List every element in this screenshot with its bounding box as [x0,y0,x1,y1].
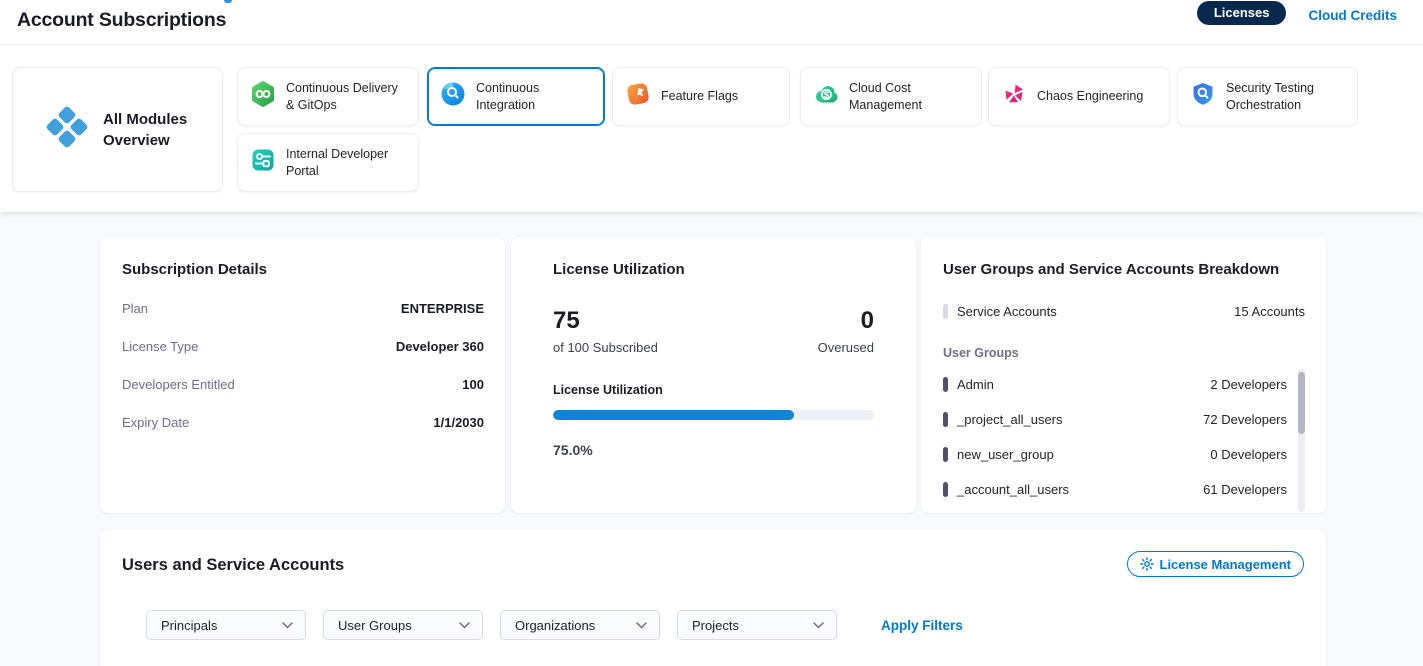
group-marker [943,482,948,497]
detail-row-developers-entitled: Developers Entitled 100 [122,377,484,392]
subscription-details-card: Subscription Details Plan ENTERPRISE Lic… [100,237,505,513]
overused-caption: Overused [818,340,874,355]
module-card-chaos-engineering[interactable]: Chaos Engineering [988,67,1170,126]
all-modules-icon [44,104,90,155]
clipped-nav-fragment [224,0,232,3]
page-title: Account Subscriptions [17,9,226,32]
principals-dropdown[interactable]: Principals [146,610,306,640]
user-groups-heading: User Groups [943,346,1305,360]
module-card-cd-gitops[interactable]: Continuous Delivery & GitOps [237,67,419,126]
module-card-idp[interactable]: Internal Developer Portal [237,133,419,192]
tab-cloud-credits[interactable]: Cloud Credits [1308,8,1397,23]
user-groups-dropdown[interactable]: User Groups [323,610,483,640]
svg-text:$: $ [824,90,830,101]
user-group-row: _project_all_users 72 Developers [943,411,1287,427]
module-label: Continuous Integration [476,80,593,114]
module-label: Internal Developer Portal [286,146,407,180]
overused-count: 0 [818,308,874,334]
group-marker [943,447,948,462]
list-scrollbar[interactable] [1298,369,1305,512]
service-accounts-marker [943,304,948,319]
all-modules-overview-card[interactable]: All Modules Overview [12,67,223,192]
cloud-cost-icon: $ [812,80,840,113]
license-utilization-title: License Utilization [553,261,874,278]
module-label: Continuous Delivery & GitOps [286,80,407,114]
detail-row-plan: Plan ENTERPRISE [122,301,484,316]
main-content: Subscription Details Plan ENTERPRISE Lic… [0,212,1423,666]
module-label: Security Testing Orchestration [1226,80,1346,114]
breakdown-card: User Groups and Service Accounts Breakdo… [921,237,1326,513]
chevron-down-icon [282,622,293,629]
license-utilization-card: License Utilization 75 of 100 Subscribed… [511,237,916,513]
chevron-down-icon [813,622,824,629]
user-groups-list: Admin 2 Developers _project_all_users 72… [943,376,1305,497]
service-accounts-row: Service Accounts 15 Accounts [943,303,1305,319]
filters-row: Principals User Groups Organizations [146,610,963,640]
used-count: 75 [553,308,658,334]
license-progress-track [553,410,874,420]
all-modules-overview-label: All Modules Overview [103,109,203,151]
sto-icon [1189,80,1217,113]
module-card-continuous-integration[interactable]: Continuous Integration [427,67,605,126]
page-header: Account Subscriptions Licenses Cloud Cre… [0,0,1423,45]
user-group-row: new_user_group 0 Developers [943,446,1287,462]
license-progress-fill [553,410,794,420]
chaos-icon [1000,80,1028,113]
chevron-down-icon [459,622,470,629]
group-marker [943,412,948,427]
cd-gitops-icon [249,80,277,113]
organizations-dropdown[interactable]: Organizations [500,610,660,640]
detail-row-expiry-date: Expiry Date 1/1/2030 [122,415,484,430]
apply-filters-link[interactable]: Apply Filters [881,618,963,633]
license-management-label: License Management [1160,557,1292,572]
ci-icon [439,80,467,113]
module-card-sto[interactable]: Security Testing Orchestration [1177,67,1358,126]
module-selector-band: All Modules Overview Continuous Delivery… [0,45,1423,212]
feature-flags-icon [624,80,652,113]
user-group-row: Admin 2 Developers [943,376,1287,392]
module-label: Chaos Engineering [1037,88,1143,105]
module-card-feature-flags[interactable]: Feature Flags [612,67,790,126]
subscription-details-title: Subscription Details [122,261,484,278]
used-caption: of 100 Subscribed [553,340,658,355]
module-label: Cloud Cost Management [849,80,970,114]
overused-block: 0 Overused [818,308,874,355]
scrollbar-thumb[interactable] [1298,372,1305,434]
account-subscriptions-page: Account Subscriptions Licenses Cloud Cre… [0,0,1423,666]
module-label: Feature Flags [661,88,738,105]
users-service-accounts-card: Users and Service Accounts License Manag… [100,530,1326,666]
utilization-percent: 75.0% [553,442,874,458]
detail-row-license-type: License Type Developer 360 [122,339,484,354]
license-management-button[interactable]: License Management [1127,551,1305,577]
chevron-down-icon [636,622,647,629]
utilization-numbers: 75 of 100 Subscribed 0 Overused [553,308,874,355]
module-card-cloud-cost[interactable]: $ Cloud Cost Management [800,67,982,126]
progress-bar-label: License Utilization [553,383,874,397]
gear-icon [1140,557,1154,571]
header-tabs: Licenses Cloud Credits [1197,0,1397,30]
breakdown-title: User Groups and Service Accounts Breakdo… [943,261,1305,278]
user-group-row: _account_all_users 61 Developers [943,481,1287,497]
tab-licenses[interactable]: Licenses [1197,1,1287,25]
idp-icon [249,146,277,179]
projects-dropdown[interactable]: Projects [677,610,837,640]
group-marker [943,377,948,392]
used-block: 75 of 100 Subscribed [553,308,658,355]
